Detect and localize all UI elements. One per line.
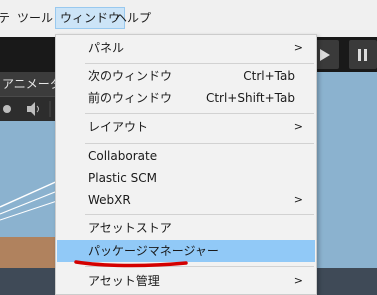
- menu-item-label: アセット管理: [88, 274, 160, 288]
- chevron-right-icon: >: [293, 41, 303, 54]
- menu-item-previous-window[interactable]: 前のウィンドウ Ctrl+Shift+Tab: [57, 87, 315, 109]
- menu-item-layout[interactable]: レイアウト >: [57, 116, 315, 138]
- menu-item-asset-store[interactable]: アセットストア: [57, 217, 315, 239]
- menu-item-label: アセットストア: [88, 221, 172, 235]
- menu-separator: [85, 214, 314, 215]
- menu-separator: [85, 143, 314, 144]
- menu-item-label: レイアウト: [88, 120, 149, 134]
- menu-bar: テ ツール ウィンドウ ヘルプ: [0, 0, 377, 38]
- menu-separator: [85, 63, 314, 64]
- menu-item-label: Collaborate: [88, 149, 158, 163]
- play-icon: [320, 48, 330, 61]
- shortcut-label: Ctrl+Tab: [243, 69, 295, 83]
- chevron-right-icon: >: [293, 120, 303, 133]
- pause-button[interactable]: [349, 40, 377, 69]
- chevron-right-icon: >: [293, 274, 303, 287]
- menu-item-label: WebXR: [88, 193, 131, 207]
- menu-item-label: 前のウィンドウ: [88, 91, 173, 105]
- menu-item-label: 次のウィンドウ: [88, 69, 173, 83]
- menu-item-plastic-scm[interactable]: Plastic SCM: [57, 167, 315, 189]
- menu-item-asset-management[interactable]: アセット管理 >: [57, 270, 315, 292]
- shortcut-label: Ctrl+Shift+Tab: [205, 91, 295, 105]
- chevron-right-icon: >: [293, 193, 303, 206]
- menu-help[interactable]: ヘルプ: [115, 7, 151, 29]
- menu-separator: [85, 113, 314, 114]
- menu-item-panels[interactable]: パネル >: [57, 37, 315, 59]
- menu-item-collaborate[interactable]: Collaborate: [57, 145, 315, 167]
- scene-object: [0, 237, 60, 271]
- menu-edit[interactable]: テ: [0, 7, 10, 29]
- pause-icon: [358, 48, 367, 61]
- menu-item-label: パネル: [88, 41, 125, 55]
- menu-item-next-window[interactable]: 次のウィンドウ Ctrl+Tab: [57, 65, 315, 87]
- menu-item-label: Plastic SCM: [88, 171, 157, 185]
- menu-item-webxr[interactable]: WebXR >: [57, 189, 315, 211]
- red-underline-annotation: [74, 260, 188, 268]
- menu-tools[interactable]: ツール: [17, 7, 53, 29]
